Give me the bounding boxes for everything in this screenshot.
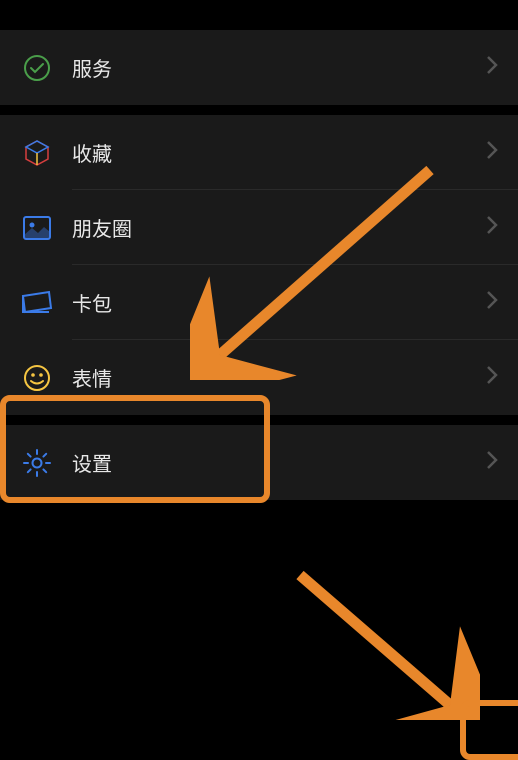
menu-item-services[interactable]: 服务 (0, 30, 518, 105)
stickers-icon (20, 361, 54, 395)
menu-item-settings[interactable]: 设置 (0, 425, 518, 500)
settings-icon (20, 446, 54, 480)
favorites-icon (20, 136, 54, 170)
menu-item-moments[interactable]: 朋友圈 (0, 190, 518, 265)
chevron-right-icon (486, 290, 498, 315)
menu-item-label: 表情 (72, 363, 486, 392)
menu-item-label: 收藏 (72, 138, 486, 167)
chevron-right-icon (486, 140, 498, 165)
annotation-arrow-icon (280, 555, 480, 720)
moments-icon (20, 211, 54, 245)
menu-item-stickers[interactable]: 表情 (0, 340, 518, 415)
menu-item-favorites[interactable]: 收藏 (0, 115, 518, 190)
menu-item-label: 服务 (72, 53, 486, 82)
menu-item-cards[interactable]: 卡包 (0, 265, 518, 340)
chevron-right-icon (486, 450, 498, 475)
menu-item-label: 朋友圈 (72, 213, 486, 242)
chevron-right-icon (486, 365, 498, 390)
services-icon (20, 51, 54, 85)
annotation-highlight-box (460, 700, 518, 760)
chevron-right-icon (486, 55, 498, 80)
cards-icon (20, 286, 54, 320)
menu-item-label: 设置 (72, 448, 486, 477)
menu-item-label: 卡包 (72, 288, 486, 317)
chevron-right-icon (486, 215, 498, 240)
